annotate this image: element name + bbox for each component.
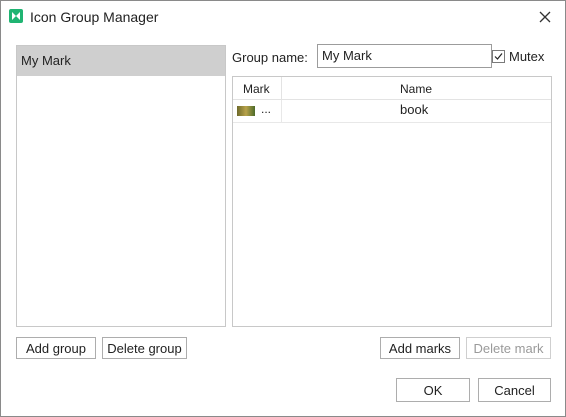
app-logo-icon bbox=[9, 9, 23, 23]
close-button[interactable] bbox=[533, 5, 557, 29]
marks-table[interactable]: Mark Name ... book bbox=[232, 76, 552, 327]
delete-group-button[interactable]: Delete group bbox=[102, 337, 187, 359]
mutex-label: Mutex bbox=[509, 49, 545, 64]
table-header: Mark Name bbox=[233, 77, 551, 100]
ok-button[interactable]: OK bbox=[396, 378, 470, 402]
column-header-mark[interactable]: Mark bbox=[243, 82, 270, 96]
group-name-label: Group name: bbox=[232, 50, 308, 65]
cancel-button[interactable]: Cancel bbox=[478, 378, 551, 402]
dialog-content: My Mark Group name: My Mark Mutex Mark N… bbox=[1, 33, 565, 416]
title-bar: Icon Group Manager bbox=[1, 1, 565, 33]
group-item-my-mark[interactable]: My Mark bbox=[17, 46, 225, 76]
add-group-button[interactable]: Add group bbox=[16, 337, 96, 359]
mutex-checkbox[interactable]: Mutex bbox=[492, 49, 544, 64]
group-list[interactable]: My Mark bbox=[16, 45, 226, 327]
icon-group-manager-dialog: Icon Group Manager My Mark Group name: M… bbox=[0, 0, 566, 417]
window-title: Icon Group Manager bbox=[30, 9, 159, 25]
column-divider bbox=[281, 100, 282, 122]
add-marks-button[interactable]: Add marks bbox=[380, 337, 460, 359]
column-header-name[interactable]: Name bbox=[400, 82, 432, 96]
column-divider bbox=[281, 77, 282, 99]
mark-name-cell[interactable]: book bbox=[400, 102, 428, 117]
mark-ellipsis-button[interactable]: ... bbox=[261, 102, 271, 116]
image-thumbnail-icon bbox=[237, 106, 255, 116]
close-icon bbox=[539, 11, 551, 23]
checkbox-checked-icon[interactable] bbox=[492, 50, 505, 63]
group-name-input[interactable]: My Mark bbox=[317, 44, 492, 68]
table-row[interactable]: ... book bbox=[233, 100, 551, 123]
delete-mark-button[interactable]: Delete mark bbox=[466, 337, 551, 359]
